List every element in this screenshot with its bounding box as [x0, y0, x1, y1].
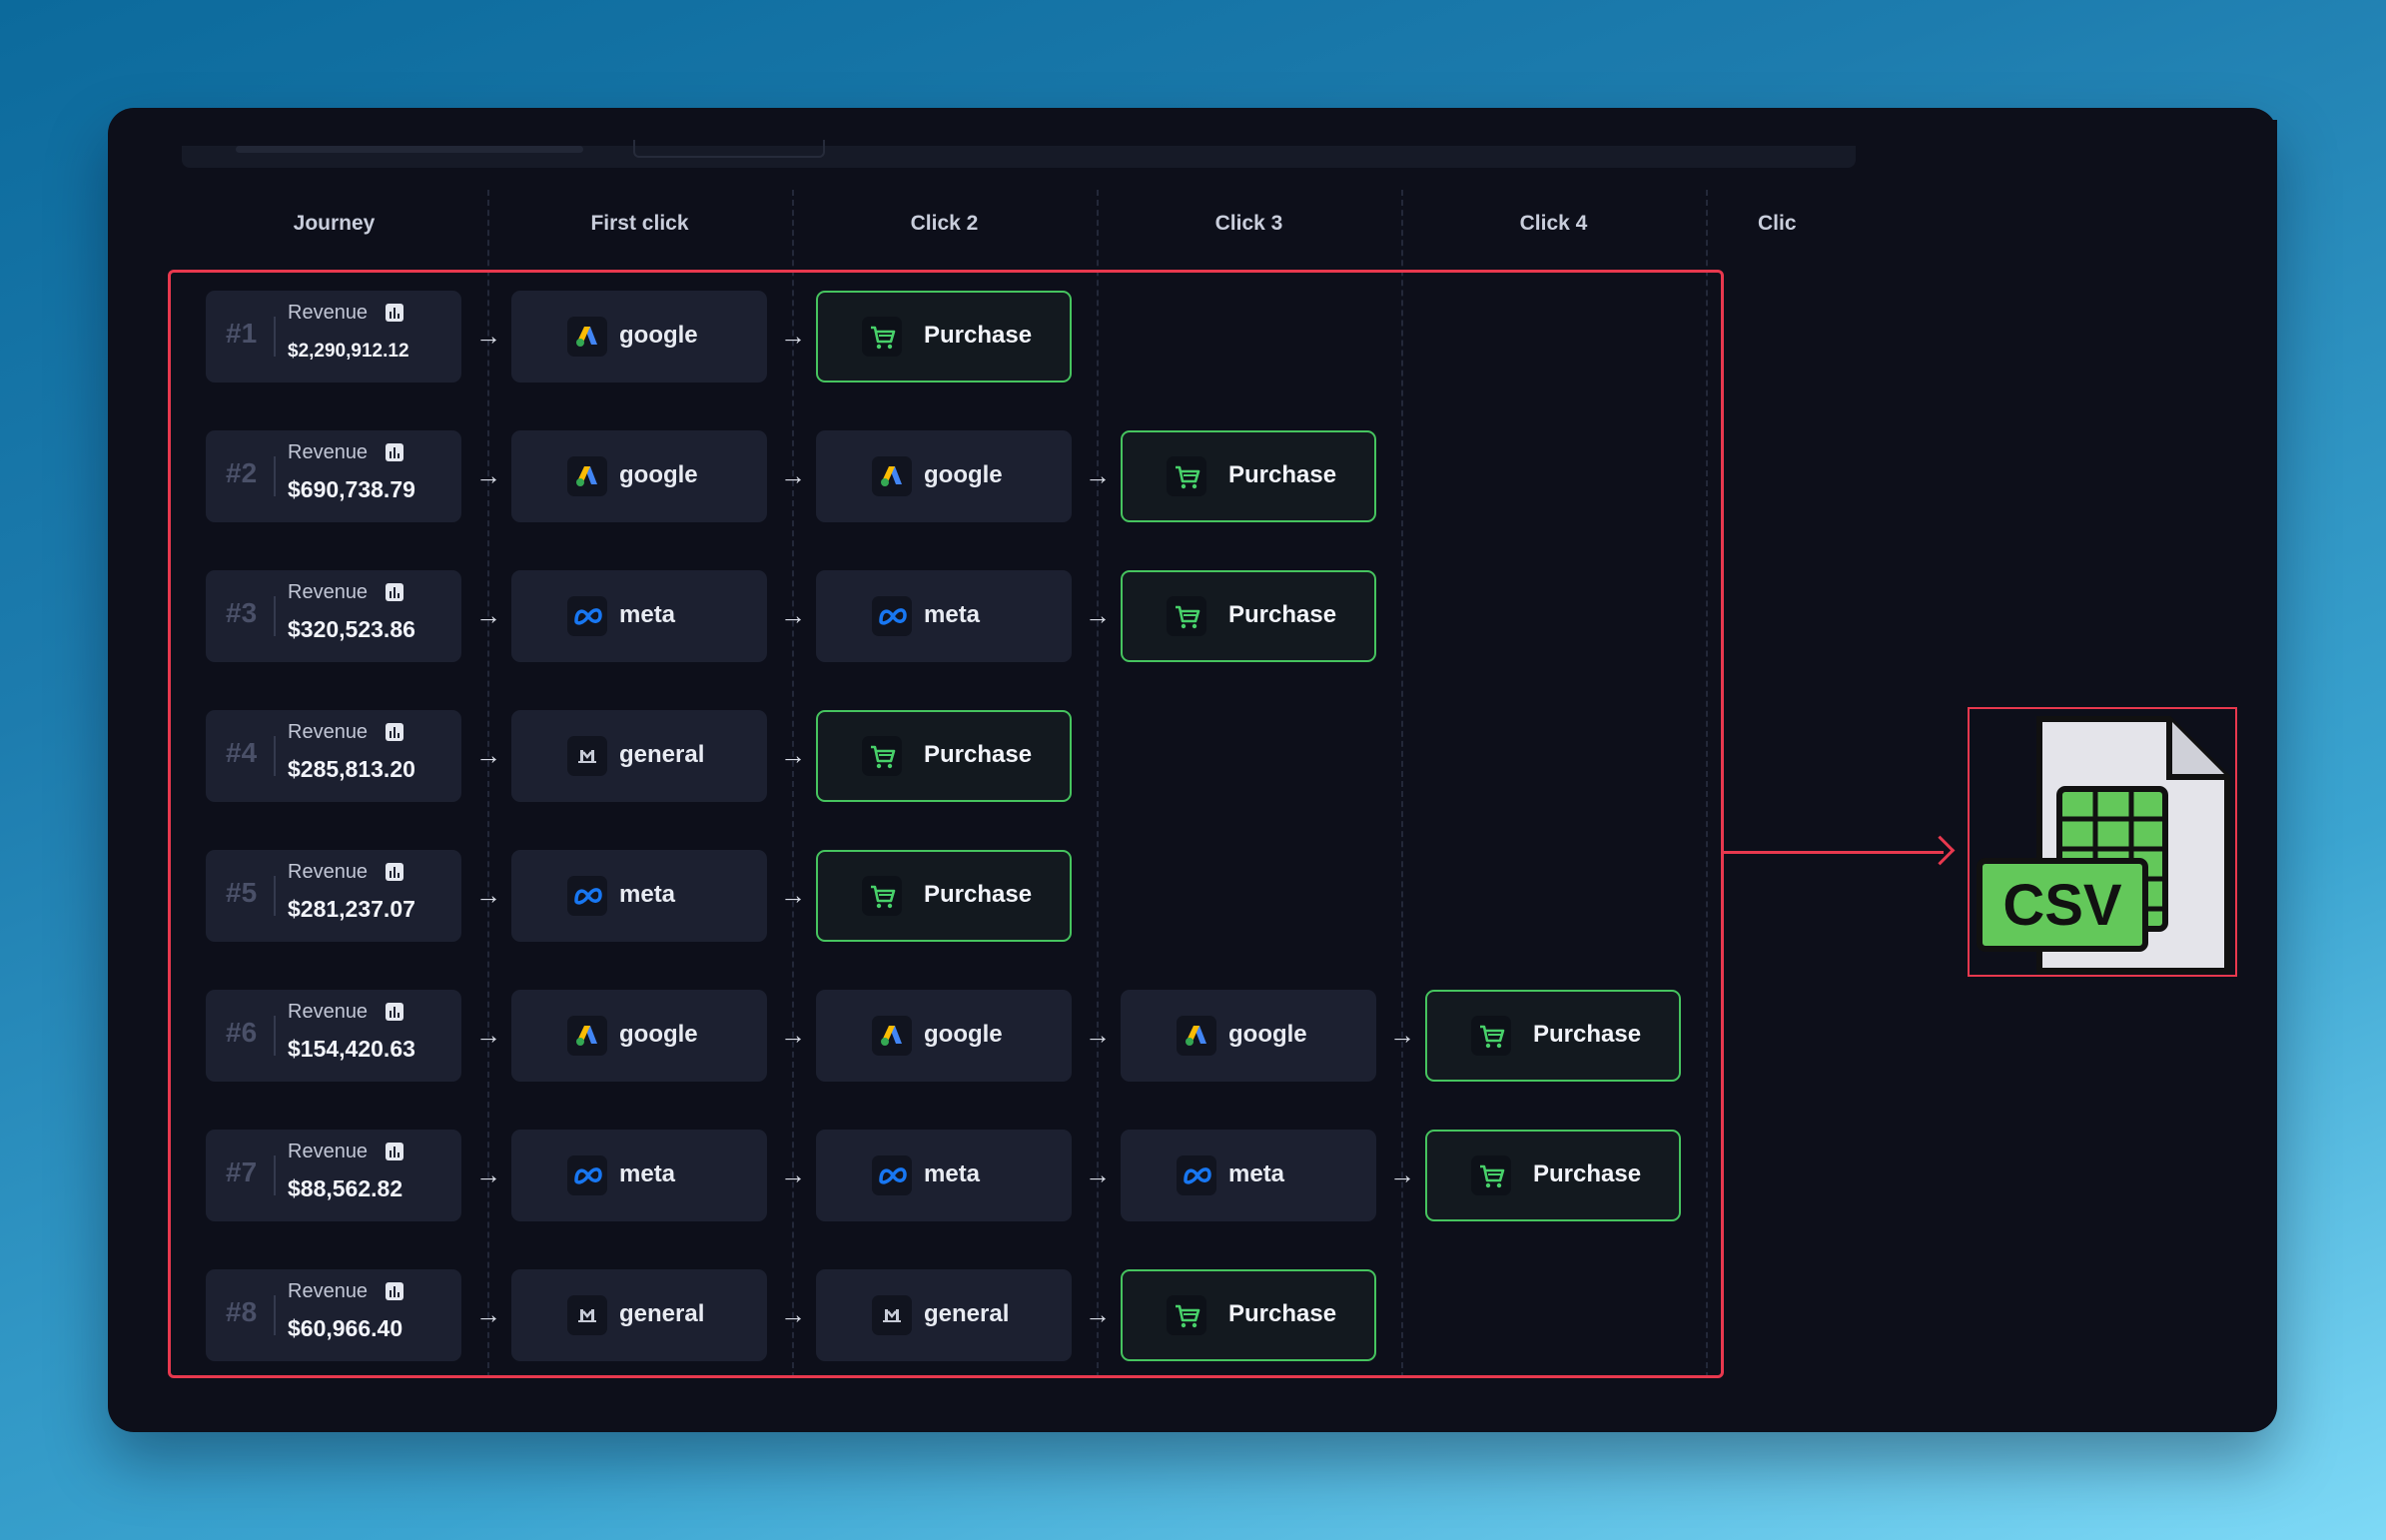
- csv-label: CSV: [2002, 873, 2122, 938]
- csv-export-box[interactable]: CSV: [1968, 707, 2237, 977]
- column-header-click-3[interactable]: Click 3: [1097, 212, 1401, 236]
- export-arrow: [1724, 851, 1944, 854]
- journey-highlight-frame: [168, 270, 1724, 1378]
- column-header-journey[interactable]: Journey: [182, 212, 486, 236]
- column-header-click-2[interactable]: Click 2: [792, 212, 1097, 236]
- scroll-indicator[interactable]: [236, 146, 583, 153]
- csv-file-icon: CSV: [1977, 716, 2230, 974]
- toolbar-tab[interactable]: [633, 140, 825, 158]
- column-header-click-4[interactable]: Click 4: [1401, 212, 1706, 236]
- column-header-first-click[interactable]: First click: [487, 212, 792, 236]
